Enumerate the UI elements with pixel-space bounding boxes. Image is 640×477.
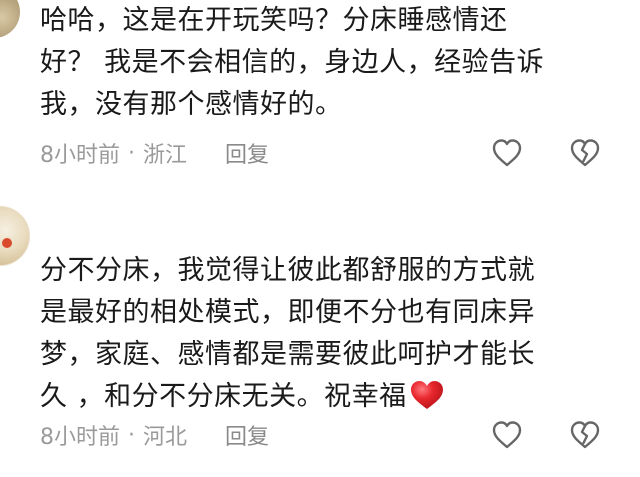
comment-location: 浙江 [143, 143, 188, 168]
comment-time: 8小时前 [40, 143, 120, 168]
red-heart-emoji [409, 379, 445, 424]
comment-time: 8小时前 [40, 425, 120, 450]
comment-line: 分不分床，我觉得让彼此都舒服的方式就 [40, 255, 535, 286]
comment-line: 我，没有那个感情好的。 [40, 89, 343, 120]
heart-outline-icon[interactable] [490, 418, 524, 452]
reply-button[interactable]: 回复 [225, 419, 269, 451]
comment-line: 梦，家庭、感情都是需要彼此呵护才能长 [40, 339, 535, 370]
comment-feed: 哈哈，这是在开玩笑吗？分床睡感情还 好？ 我是不会相信的，身边人，经验告诉 我，… [0, 0, 640, 477]
commenter-avatar[interactable] [0, 0, 20, 38]
comment-line-last: 久 ，和分不分床无关。祝幸福 [40, 376, 630, 424]
comment-meta: 8小时前 · 浙江 回复 [40, 137, 269, 169]
meta-separator: · [128, 422, 135, 448]
comment-body: 分不分床，我觉得让彼此都舒服的方式就 是最好的相处模式，即便不分也有同床异 梦，… [40, 250, 630, 424]
broken-heart-outline-icon[interactable] [568, 136, 602, 170]
comment-meta: 8小时前 · 河北 回复 [40, 419, 269, 451]
comment-line: 久 ，和分不分床无关。祝幸福 [40, 381, 407, 412]
comment-line: 是最好的相处模式，即便不分也有同床异 [40, 297, 535, 328]
broken-heart-outline-icon[interactable] [568, 418, 602, 452]
comment-body: 哈哈，这是在开玩笑吗？分床睡感情还 好？ 我是不会相信的，身边人，经验告诉 我，… [40, 0, 630, 126]
reply-button[interactable]: 回复 [225, 137, 269, 169]
commenter-avatar[interactable] [0, 206, 30, 266]
meta-separator: · [128, 140, 135, 166]
comment-line: 哈哈，这是在开玩笑吗？分床睡感情还 [40, 5, 508, 36]
heart-outline-icon[interactable] [490, 136, 524, 170]
comment-location: 河北 [143, 425, 188, 450]
comment-line: 好？ 我是不会相信的，身边人，经验告诉 [40, 47, 545, 78]
avatar-decoration [2, 238, 12, 248]
